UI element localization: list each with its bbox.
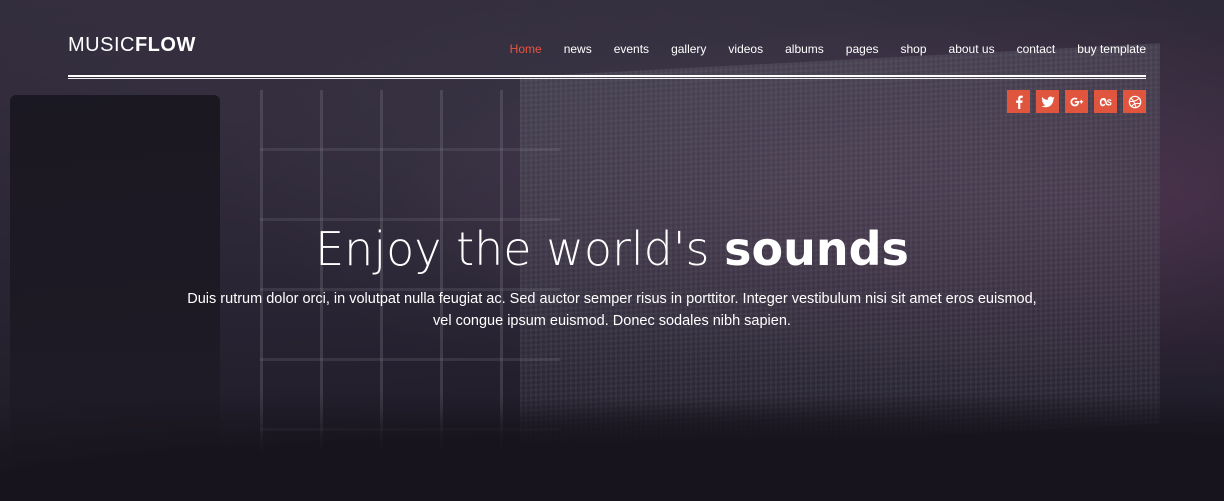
site-logo[interactable]: MUSICFLOW [68, 34, 196, 57]
nav-item-videos[interactable]: videos [728, 42, 763, 56]
headline-light-text: Enjoy the world's [315, 222, 710, 276]
twitter-icon[interactable] [1036, 90, 1059, 113]
facebook-icon[interactable] [1007, 90, 1030, 113]
nav-item-albums[interactable]: albums [785, 42, 824, 56]
nav-item-shop[interactable]: shop [901, 42, 927, 56]
nav-item-contact[interactable]: contact [1017, 42, 1056, 56]
lastfm-icon[interactable] [1094, 90, 1117, 113]
social-links [1007, 90, 1146, 113]
hero-subtext: Duis rutrum dolor orci, in volutpat null… [187, 291, 1037, 329]
nav-item-home[interactable]: Home [510, 42, 542, 56]
nav-item-events[interactable]: events [614, 42, 649, 56]
headline-bold-text: sounds [724, 222, 909, 276]
nav-item-buy-template[interactable]: buy template [1077, 42, 1146, 56]
hero-headline: Enjoy the world's sounds [0, 222, 1224, 276]
nav-item-gallery[interactable]: gallery [671, 42, 706, 56]
nav-item-about-us[interactable]: about us [949, 42, 995, 56]
header-divider [68, 75, 1146, 79]
nav-item-pages[interactable]: pages [846, 42, 879, 56]
nav-item-news[interactable]: news [564, 42, 592, 56]
logo-light-text: MUSIC [68, 34, 135, 56]
main-nav: Home news events gallery videos albums p… [488, 42, 1146, 56]
dribbble-icon[interactable] [1123, 90, 1146, 113]
logo-bold-text: FLOW [134, 34, 196, 56]
google-plus-icon[interactable] [1065, 90, 1088, 113]
